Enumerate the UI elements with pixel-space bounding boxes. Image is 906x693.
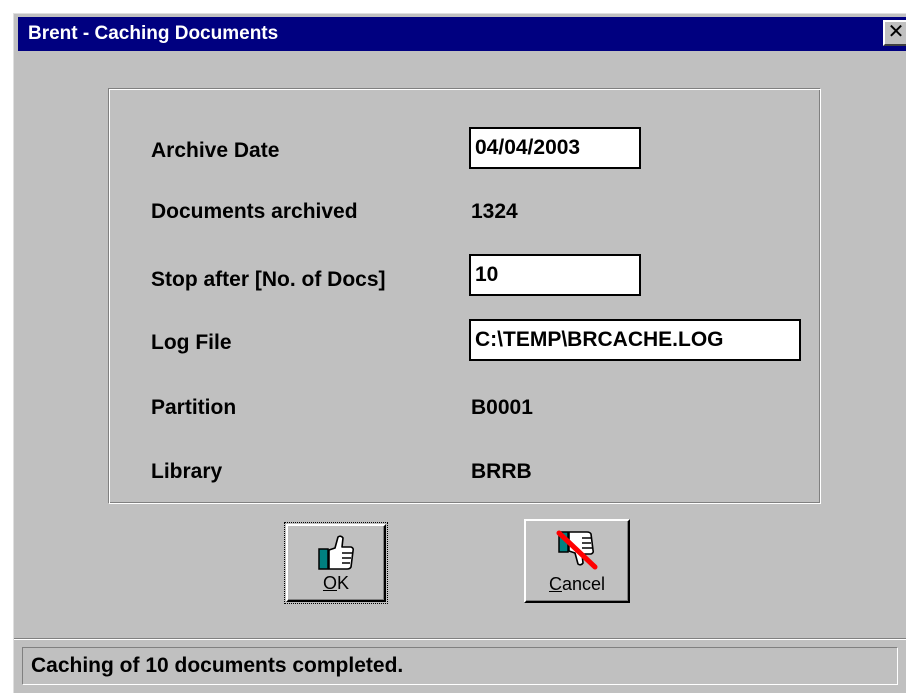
window-title: Brent - Caching Documents: [28, 23, 279, 44]
caching-documents-dialog: Brent - Caching Documents ✕ Archive Date…: [13, 13, 906, 693]
documents-archived-value: 1324: [471, 200, 518, 223]
settings-group: Archive Date Documents archived 1324 Sto…: [108, 88, 821, 504]
library-value: BRRB: [471, 460, 532, 483]
close-icon: ✕: [887, 21, 905, 43]
cancel-button-label: Cancel: [548, 574, 606, 594]
thumbs-down-icon: [556, 530, 598, 570]
ok-button[interactable]: OK: [284, 522, 388, 604]
stop-after-label: Stop after [No. of Docs]: [151, 268, 386, 291]
partition-value: B0001: [471, 396, 533, 419]
status-separator: [14, 638, 906, 640]
title-bar[interactable]: Brent - Caching Documents ✕: [18, 17, 906, 51]
status-bar: Caching of 10 documents completed.: [22, 647, 898, 685]
cancel-button[interactable]: Cancel: [524, 519, 630, 603]
thumbs-up-icon: [318, 535, 355, 570]
log-file-label: Log File: [151, 331, 232, 354]
library-label: Library: [151, 460, 223, 483]
log-file-input[interactable]: [469, 319, 801, 361]
status-message: Caching of 10 documents completed.: [31, 654, 404, 677]
ok-button-label: OK: [322, 573, 350, 593]
close-button[interactable]: ✕: [883, 20, 906, 46]
archive-date-label: Archive Date: [151, 139, 280, 162]
stop-after-input[interactable]: [469, 254, 641, 296]
documents-archived-label: Documents archived: [151, 200, 358, 223]
archive-date-input[interactable]: [469, 127, 641, 169]
partition-label: Partition: [151, 396, 237, 419]
